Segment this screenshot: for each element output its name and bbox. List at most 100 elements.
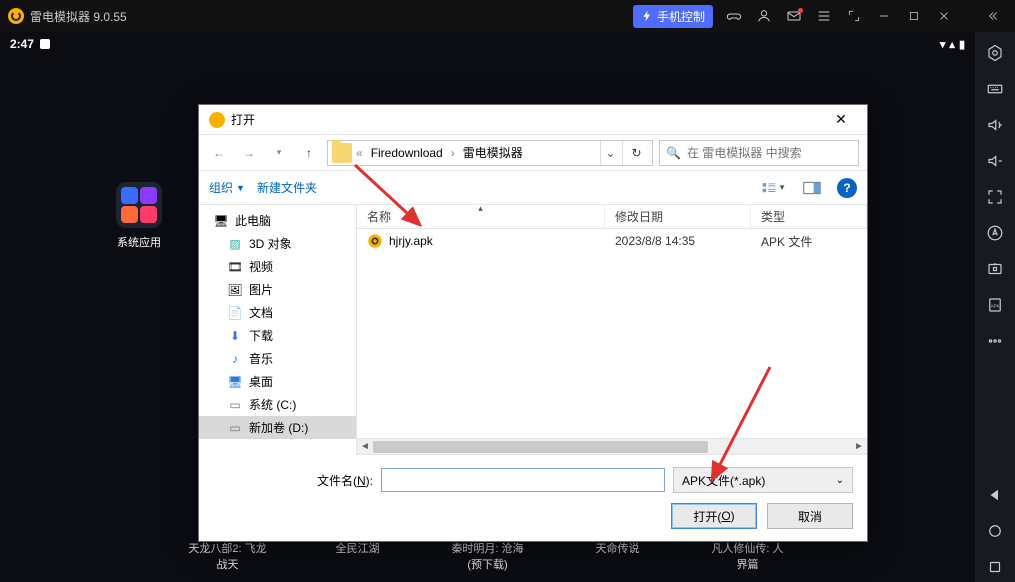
preview-pane-button[interactable] — [799, 177, 825, 199]
rail-back-button[interactable] — [980, 480, 1010, 510]
dialog-nav-row: ← → ▾ ↑ « Firedownload › 雷电模拟器 ⌄ ↻ 🔍 — [199, 135, 867, 171]
nav-recent-button[interactable]: ▾ — [267, 141, 291, 165]
filetype-label: APK文件(*.apk) — [682, 472, 765, 489]
chevrons-left-icon — [985, 9, 999, 23]
close-icon — [937, 9, 951, 23]
tree-label: 桌面 — [249, 373, 273, 390]
rail-settings-button[interactable] — [980, 38, 1010, 68]
breadcrumb-item[interactable]: 雷电模拟器 — [457, 141, 529, 165]
hscrollbar[interactable]: ◄ ► — [357, 438, 867, 454]
open-button[interactable]: 打开(O) — [671, 503, 757, 529]
account-button[interactable] — [749, 4, 779, 28]
volume-up-icon — [986, 116, 1004, 134]
app-title: 雷电模拟器 9.0.55 — [30, 8, 127, 25]
cancel-button[interactable]: 取消 — [767, 503, 853, 529]
tree-node[interactable]: 文档 — [199, 301, 356, 324]
tree-node[interactable]: 3D 对象 — [199, 232, 356, 255]
drive-icon — [227, 397, 243, 413]
filename-input[interactable] — [381, 468, 665, 492]
breadcrumb-item[interactable]: Firedownload — [365, 141, 449, 165]
refresh-button[interactable]: ↻ — [622, 141, 650, 165]
download-icon — [227, 328, 243, 344]
organize-button[interactable]: 组织▼ — [209, 179, 245, 196]
music-icon — [227, 351, 243, 367]
chevron-right-icon: › — [451, 146, 455, 160]
tree-node[interactable]: 桌面 — [199, 370, 356, 393]
path-box[interactable]: « Firedownload › 雷电模拟器 ⌄ ↻ — [327, 140, 653, 166]
file-type: APK 文件 — [751, 233, 867, 250]
battery-icon: ▮ — [959, 38, 965, 51]
scroll-left-button[interactable]: ◄ — [357, 441, 373, 452]
open-file-dialog: 打开 ✕ ← → ▾ ↑ « Firedownload › 雷电模拟器 ⌄ ↻ … — [198, 104, 868, 542]
tree-label: 下载 — [249, 327, 273, 344]
tree-node[interactable]: 下载 — [199, 324, 356, 347]
rail-keyboard-button[interactable] — [980, 74, 1010, 104]
col-type[interactable]: 类型 — [751, 205, 867, 228]
system-apps-folder[interactable]: 系统应用 — [110, 182, 168, 250]
col-date[interactable]: 修改日期 — [605, 205, 751, 228]
tree-node[interactable]: 视频 — [199, 255, 356, 278]
tree-node[interactable]: 音乐 — [199, 347, 356, 370]
rail-recent-button[interactable] — [980, 552, 1010, 582]
tree-node[interactable]: 图片 — [199, 278, 356, 301]
tree-node-drive[interactable]: 系统 (C:) — [199, 393, 356, 416]
maximize-button[interactable] — [899, 4, 929, 28]
help-button[interactable]: ? — [837, 178, 857, 198]
collapse-rail-button[interactable] — [977, 4, 1007, 28]
file-row[interactable]: hjrjy.apk 2023/8/8 14:35 APK 文件 — [357, 229, 867, 253]
scroll-right-button[interactable]: ► — [851, 441, 867, 452]
chevron-down-icon: ⌄ — [836, 475, 844, 486]
mail-icon — [786, 8, 802, 24]
drive-icon — [227, 420, 243, 436]
app-label: 秦时明月: 沧海 (预下载) — [448, 540, 528, 572]
nav-back-button[interactable]: ← — [207, 141, 231, 165]
user-icon — [756, 8, 772, 24]
dialog-body: 此电脑 3D 对象 视频 图片 文档 下载 音乐 桌面 系统 (C:) 新加卷 … — [199, 205, 867, 455]
rail-apk-button[interactable]: APK — [980, 290, 1010, 320]
rail-volume-up-button[interactable] — [980, 110, 1010, 140]
search-box[interactable]: 🔍 — [659, 140, 859, 166]
path-dropdown-button[interactable]: ⌄ — [600, 141, 620, 165]
rail-home-button[interactable] — [980, 516, 1010, 546]
tree-node-pc[interactable]: 此电脑 — [199, 209, 356, 232]
doc-icon — [227, 305, 243, 321]
dialog-app-icon — [209, 112, 225, 128]
col-name[interactable]: 名称 — [357, 205, 605, 228]
new-folder-button[interactable]: 新建文件夹 — [257, 179, 317, 196]
search-input[interactable] — [687, 146, 852, 160]
nav-forward-button[interactable]: → — [237, 141, 261, 165]
scroll-thumb[interactable] — [373, 441, 708, 453]
phone-control-button[interactable]: 手机控制 — [633, 5, 713, 28]
menu-button[interactable] — [809, 4, 839, 28]
chevron-right-icon: « — [356, 146, 363, 160]
nav-tree[interactable]: 此电脑 3D 对象 视频 图片 文档 下载 音乐 桌面 系统 (C:) 新加卷 … — [199, 205, 357, 455]
dialog-close-button[interactable]: ✕ — [825, 108, 857, 132]
emulator-surface: 2:47 ▾ ▴ ▮ 系统应用 天龙八部2: 飞龙战天 全民江湖 秦时明月: 沧… — [0, 32, 975, 582]
image-icon — [227, 282, 243, 298]
globe-a-icon — [986, 224, 1004, 242]
minimize-button[interactable] — [869, 4, 899, 28]
close-window-button[interactable] — [929, 4, 959, 28]
file-list[interactable]: hjrjy.apk 2023/8/8 14:35 APK 文件 — [357, 229, 867, 438]
folder-glyph — [116, 182, 162, 228]
rail-fullscreen-button[interactable] — [980, 182, 1010, 212]
message-button[interactable] — [779, 4, 809, 28]
fullscreen-button[interactable] — [839, 4, 869, 28]
view-mode-button[interactable]: ▼ — [761, 177, 787, 199]
gamepad-button[interactable] — [719, 4, 749, 28]
rail-more-button[interactable] — [980, 326, 1010, 356]
nav-up-button[interactable]: ↑ — [297, 141, 321, 165]
triangle-left-icon — [986, 486, 1004, 504]
rail-screenshot-button[interactable] — [980, 254, 1010, 284]
rail-volume-down-button[interactable] — [980, 146, 1010, 176]
chevron-down-icon: ▼ — [236, 183, 245, 193]
tree-node-drive[interactable]: 新加卷 (D:) — [199, 416, 356, 439]
video-icon — [227, 259, 243, 275]
scroll-track[interactable] — [373, 439, 851, 455]
filetype-select[interactable]: APK文件(*.apk) ⌄ — [673, 467, 853, 493]
rail-lang-button[interactable] — [980, 218, 1010, 248]
maximize-icon — [908, 10, 920, 22]
minimize-icon — [877, 9, 891, 23]
more-icon — [986, 332, 1004, 350]
wifi-icon: ▾ — [940, 38, 946, 51]
